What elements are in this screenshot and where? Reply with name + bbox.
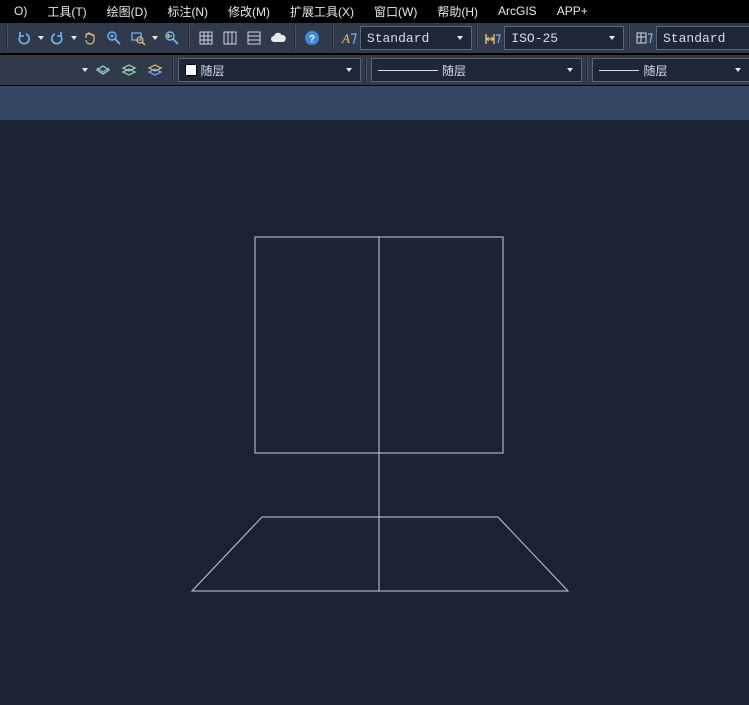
toolbar-gap	[0, 86, 749, 120]
cloud-icon	[269, 30, 287, 46]
dim-style-value: ISO-25	[511, 31, 600, 46]
help-icon: ?	[304, 30, 320, 46]
dim-style-icon	[484, 30, 502, 46]
redo-dropdown[interactable]	[69, 27, 78, 49]
table-style-icon-button[interactable]	[635, 26, 655, 50]
layer-previous-button[interactable]	[91, 58, 115, 82]
lineweight-sample	[599, 70, 639, 71]
toolbar-sep	[586, 58, 588, 82]
dim-style-combo[interactable]: ISO-25	[504, 26, 623, 50]
zoom-window-icon	[130, 30, 146, 46]
zoom-realtime-icon	[106, 30, 122, 46]
text-style-icon-button[interactable]: A	[339, 26, 359, 50]
chevron-down-icon	[342, 59, 356, 81]
pan-hand-icon	[82, 30, 98, 46]
lineweight-combo[interactable]: 随层	[592, 58, 749, 82]
menu-arcgis[interactable]: ArcGIS	[488, 2, 547, 20]
layer-dropdown-arrow[interactable]	[80, 59, 90, 81]
linetype-combo[interactable]: 随层	[371, 58, 582, 82]
text-style-icon: A	[340, 30, 358, 46]
dim-style-icon-button[interactable]	[483, 26, 503, 50]
color-value: 随层	[201, 62, 338, 79]
toolbar-sep	[172, 58, 174, 82]
cloud-button[interactable]	[267, 26, 289, 50]
toolbar-sep	[188, 26, 190, 50]
svg-text:A: A	[341, 31, 350, 46]
toolbar-row-1: ? A Standard ISO-25	[0, 22, 749, 54]
toolbar-row-2: 随层 随层 随层	[0, 54, 749, 86]
toolbar-sep	[628, 26, 630, 50]
menu-extend[interactable]: 扩展工具(X)	[280, 1, 364, 22]
svg-text:?: ?	[309, 34, 315, 45]
menu-window[interactable]: 窗口(W)	[364, 1, 427, 22]
menu-help[interactable]: 帮助(H)	[427, 1, 488, 22]
zoom-window-button[interactable]	[127, 26, 149, 50]
layer-state-button[interactable]	[117, 58, 141, 82]
redo-button[interactable]	[46, 26, 68, 50]
redo-icon	[49, 30, 65, 46]
linetype-value: 随层	[442, 62, 559, 79]
zoom-previous-button[interactable]	[160, 26, 182, 50]
lineweight-value: 随层	[643, 62, 727, 79]
layer-iso-icon	[147, 62, 163, 78]
text-style-value: Standard	[367, 31, 449, 46]
chevron-down-icon	[453, 27, 467, 49]
toolbar-sep	[365, 58, 367, 82]
table-style-icon	[636, 30, 654, 46]
menu-modify[interactable]: 修改(M)	[218, 1, 280, 22]
color-combo[interactable]: 随层	[178, 58, 361, 82]
zoom-previous-icon	[164, 30, 180, 46]
color-swatch	[185, 64, 197, 76]
table-style3-button[interactable]	[243, 26, 265, 50]
toolbar-sep	[332, 26, 334, 50]
table-columns-icon	[222, 30, 238, 46]
table-style-value: Standard	[663, 31, 745, 46]
linetype-sample	[378, 70, 438, 71]
chevron-down-icon	[605, 27, 619, 49]
zoom-realtime-button[interactable]	[103, 26, 125, 50]
menu-tool[interactable]: 工具(T)	[37, 1, 96, 22]
undo-button[interactable]	[13, 26, 35, 50]
undo-dropdown[interactable]	[36, 27, 45, 49]
table-grid-icon	[198, 30, 214, 46]
chevron-down-icon	[563, 59, 577, 81]
menu-draw[interactable]: 绘图(D)	[97, 1, 158, 22]
layer-previous-icon	[95, 62, 111, 78]
table-style2-button[interactable]	[219, 26, 241, 50]
toolbar-sep	[476, 26, 478, 50]
text-style-combo[interactable]: Standard	[360, 26, 472, 50]
menu-o[interactable]: O)	[4, 2, 37, 20]
zoom-window-dropdown[interactable]	[150, 27, 159, 49]
menu-app[interactable]: APP+	[547, 2, 598, 20]
pan-button[interactable]	[79, 26, 101, 50]
undo-icon	[16, 30, 32, 46]
table-style-combo[interactable]: Standard	[656, 26, 749, 50]
menu-annotate[interactable]: 标注(N)	[157, 1, 218, 22]
table-rows-icon	[246, 30, 262, 46]
drawing-geometry	[0, 120, 749, 705]
table-style-button[interactable]	[195, 26, 217, 50]
layer-state-icon	[121, 62, 137, 78]
chevron-down-icon	[731, 59, 745, 81]
layer-iso-button[interactable]	[143, 58, 167, 82]
help-button[interactable]: ?	[301, 26, 323, 50]
toolbar-sep	[6, 26, 8, 50]
drawing-canvas[interactable]	[0, 120, 749, 705]
toolbar-sep	[294, 26, 296, 50]
menubar: O) 工具(T) 绘图(D) 标注(N) 修改(M) 扩展工具(X) 窗口(W)…	[0, 0, 749, 22]
